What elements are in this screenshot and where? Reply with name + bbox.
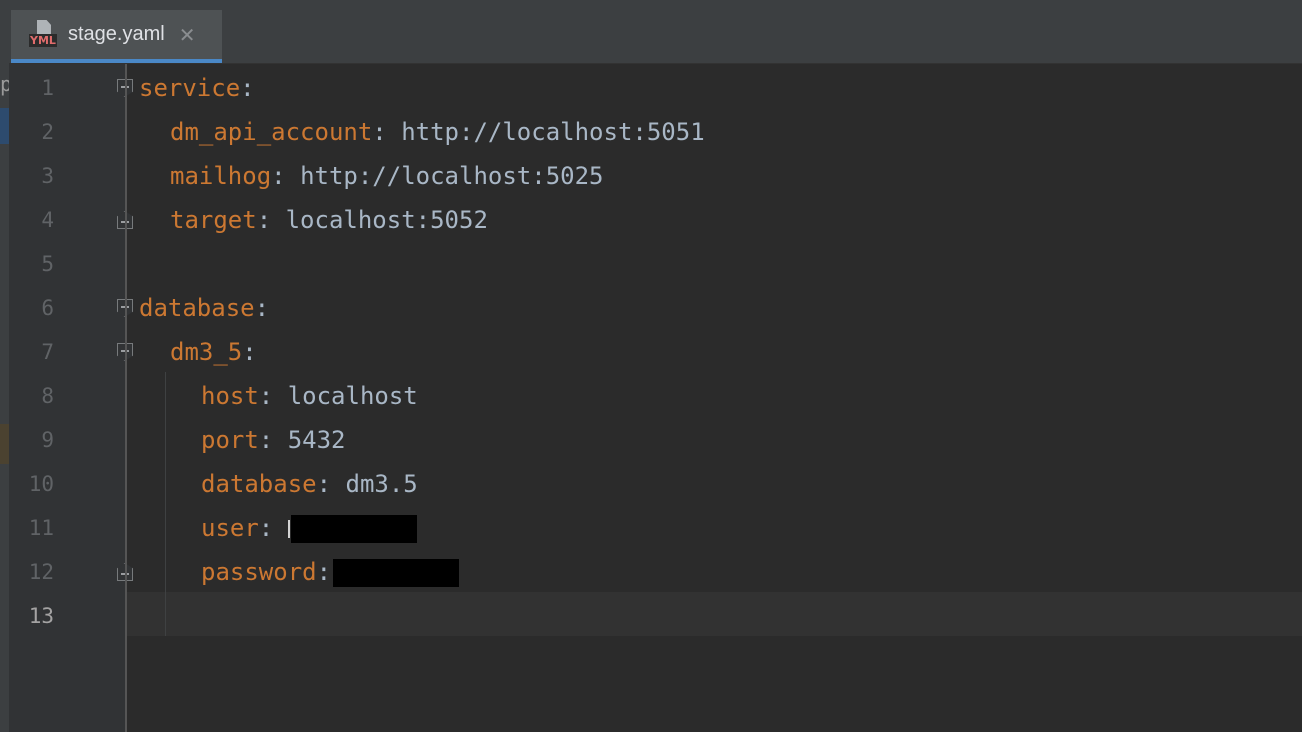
yaml-value: localhost [287,382,418,410]
yaml-colon: : [240,74,255,102]
indent-guide [165,372,166,636]
yaml-colon: : [316,470,346,498]
yaml-colon: : [316,558,332,586]
yml-badge: YML [29,33,57,47]
code-line-6[interactable]: database: [139,286,269,330]
yaml-colon: : [256,206,286,234]
line-number: 9 [41,428,54,452]
tab-filename: stage.yaml [68,23,165,45]
yaml-key: mailhog [170,162,272,190]
yaml-colon: : [258,426,288,454]
line-number: 6 [41,296,54,320]
strip-selection-marker [0,108,9,144]
strip-partial-label: p [0,72,9,96]
line-number: 5 [41,252,54,276]
line-number: 12 [28,560,54,584]
yaml-key: target [170,206,257,234]
yaml-colon: : [242,338,257,366]
yaml-value: http://localhost:5051 [401,118,705,146]
yaml-value: dm3.5 [345,470,418,498]
current-line-highlight [127,592,1302,636]
line-number: 4 [41,208,54,232]
redacted-user-value [290,515,417,543]
close-icon[interactable]: ✕ [179,23,196,47]
yaml-key: service [139,74,241,102]
line-number: 11 [28,516,54,540]
yaml-colon: : [372,118,402,146]
code-line-7[interactable]: dm3_5: [170,330,257,374]
line-number: 7 [41,340,54,364]
yaml-colon: : [258,514,288,542]
text-caret [287,520,290,538]
line-number: 2 [41,120,54,144]
code-line-1[interactable]: service: [139,66,255,110]
tool-window-strip: p [0,0,9,732]
yaml-file-icon: YML [27,18,59,52]
line-number: 1 [41,76,54,100]
line-number-current: 13 [28,604,54,628]
yaml-key: database [139,294,255,322]
line-number: 10 [28,472,54,496]
yaml-value: http://localhost:5025 [300,162,604,190]
yaml-key: dm3_5 [170,338,243,366]
code-line-11[interactable]: user: [201,506,417,550]
yaml-value: 5432 [287,426,346,454]
code-editor[interactable]: service: dm_api_account: http://localhos… [127,64,1302,732]
code-line-2[interactable]: dm_api_account: http://localhost:5051 [170,110,705,154]
code-line-3[interactable]: mailhog: http://localhost:5025 [170,154,604,198]
code-line-10[interactable]: database: dm3.5 [201,462,418,506]
yaml-key: host [201,382,259,410]
yaml-key: port [201,426,259,454]
yaml-colon: : [254,294,270,322]
line-number-gutter: 1 2 3 4 5 6 7 8 9 10 11 12 13 [9,64,133,732]
yaml-key: user [201,514,259,542]
tab-stage-yaml[interactable]: YML stage.yaml ✕ [11,10,222,63]
redacted-password-value [333,559,460,587]
yaml-colon: : [271,162,301,190]
editor-tab-bar: YML stage.yaml ✕ [9,10,1302,64]
yaml-key: password [201,558,317,586]
yaml-key: database [201,470,317,498]
code-line-4[interactable]: target: localhost:5052 [170,198,488,242]
code-line-9[interactable]: port: 5432 [201,418,346,462]
line-number: 8 [41,384,54,408]
line-number: 3 [41,164,54,188]
code-line-8[interactable]: host: localhost [201,374,418,418]
ide-window: p YML stage.yaml ✕ 1 2 3 4 5 6 7 8 9 10 … [0,0,1302,732]
yaml-colon: : [258,382,288,410]
code-line-12[interactable]: password: [201,550,460,594]
yaml-value: localhost:5052 [285,206,488,234]
yaml-key: dm_api_account [170,118,373,146]
strip-highlight-marker [0,424,9,464]
